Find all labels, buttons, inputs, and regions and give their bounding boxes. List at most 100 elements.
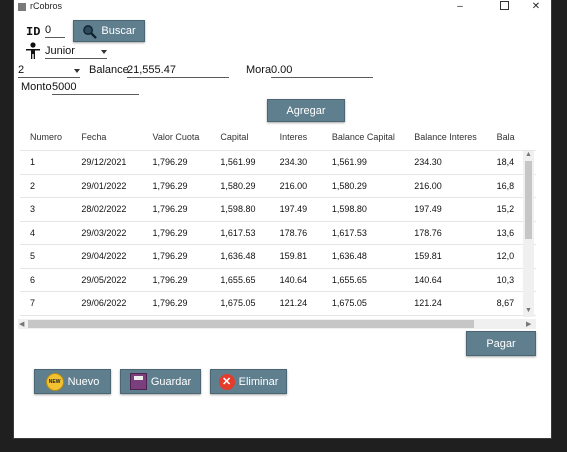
cliente-select[interactable]: Junior xyxy=(45,45,107,59)
nuevo-label: Nuevo xyxy=(67,375,100,388)
nuevo-button[interactable]: NEW Nuevo xyxy=(34,369,111,394)
table-cell: 1,796.29 xyxy=(152,267,221,292)
table-cell: 1,796.29 xyxy=(152,173,221,198)
column-header[interactable]: Balance Capital xyxy=(332,124,414,151)
table-cell: 1,655.65 xyxy=(331,267,415,292)
table-row[interactable]: 7 29/06/2022 1,796.29 1,675.05 121.24 1,675.0… xyxy=(20,291,536,315)
table-cell: 2 xyxy=(20,173,82,198)
table-cell: 178.76 xyxy=(414,220,497,245)
scroll-up-icon[interactable]: ▲ xyxy=(525,151,532,158)
table-cell: 29/06/2022 xyxy=(81,291,153,315)
cuotas-grid[interactable]: Numero Fecha Valor Cuota Capital Interes… xyxy=(20,124,536,324)
app-icon xyxy=(18,3,26,11)
table-cell: 1,598.80 xyxy=(331,197,415,221)
monto-label: Monto xyxy=(21,81,52,93)
table-row[interactable]: 2 29/01/2022 1,796.29 1,580.29 216.00 1,580.2… xyxy=(20,173,536,198)
table-cell: 140.64 xyxy=(279,267,332,292)
horizontal-scrollbar[interactable]: ◀ ▶ xyxy=(18,319,536,329)
table-cell: 7 xyxy=(20,291,82,315)
column-header[interactable]: Balance Interes xyxy=(414,124,496,151)
mora-field: 0.00 xyxy=(271,64,373,78)
close-button[interactable]: ✕ xyxy=(522,0,550,14)
agregar-button[interactable]: Agregar xyxy=(267,99,345,122)
table-cell: 216.00 xyxy=(279,173,332,198)
scroll-left-icon[interactable]: ◀ xyxy=(19,320,24,328)
table-row[interactable]: 6 29/05/2022 1,796.29 1,655.65 140.64 1,655.6… xyxy=(20,267,536,292)
table-cell: 29/05/2022 xyxy=(81,267,153,292)
agregar-label: Agregar xyxy=(286,104,326,117)
column-header[interactable]: Fecha xyxy=(81,124,152,151)
maximize-icon xyxy=(499,0,509,10)
search-icon xyxy=(83,24,98,39)
buscar-label: Buscar xyxy=(101,25,136,37)
table-cell: 4 xyxy=(20,220,82,245)
table-cell: 1,636.48 xyxy=(331,244,415,268)
horizontal-scroll-thumb[interactable] xyxy=(28,320,474,328)
table-row[interactable]: 5 29/04/2022 1,796.29 1,636.48 159.81 1,636.4… xyxy=(20,244,536,268)
save-icon xyxy=(129,373,147,390)
table-cell: 29/03/2022 xyxy=(81,220,153,245)
prestamo-select[interactable]: 2 xyxy=(18,64,80,78)
buscar-button[interactable]: Buscar xyxy=(73,20,145,42)
table-cell: 197.49 xyxy=(279,197,332,221)
table-cell: 1,561.99 xyxy=(331,150,415,174)
chevron-down-icon xyxy=(74,69,80,73)
table-row[interactable]: 4 29/03/2022 1,796.29 1,617.53 178.76 1,617.5… xyxy=(20,220,536,245)
table-cell: 1,675.05 xyxy=(220,291,280,315)
chevron-down-icon xyxy=(101,50,107,54)
table-cell: 159.81 xyxy=(414,244,497,268)
balance-label: Balance xyxy=(89,64,129,76)
table-header: Numero Fecha Valor Cuota Capital Interes… xyxy=(20,124,536,151)
scroll-right-icon[interactable]: ▶ xyxy=(526,320,531,328)
title-bar: rCobros – ✕ xyxy=(14,0,551,14)
monto-input[interactable]: 5000 xyxy=(52,81,139,95)
table-cell: 1,580.29 xyxy=(331,173,415,198)
column-header[interactable]: Numero xyxy=(20,124,81,151)
table-cell: 6 xyxy=(20,267,82,292)
table-cell: 3 xyxy=(20,197,82,221)
maximize-button[interactable] xyxy=(490,0,518,14)
table-cell: 1,655.65 xyxy=(220,267,280,292)
column-header[interactable]: Interes xyxy=(280,124,332,151)
table-cell: 28/02/2022 xyxy=(81,197,153,221)
minimize-button[interactable]: – xyxy=(446,0,474,14)
vertical-scroll-thumb[interactable] xyxy=(525,161,532,239)
table-cell: 1,580.29 xyxy=(220,173,280,198)
table-cell: 1,617.53 xyxy=(331,220,415,245)
table-cell: 1,675.05 xyxy=(331,291,415,315)
table-cell: 1,796.29 xyxy=(152,150,221,174)
rcobros-window: rCobros – ✕ ID 0 Buscar Junior 2 Balance… xyxy=(14,0,551,438)
table-cell: 1,796.29 xyxy=(152,220,221,245)
column-header[interactable]: Bala xyxy=(497,124,536,151)
table-cell: 1,796.29 xyxy=(152,244,221,268)
prestamo-value: 2 xyxy=(18,64,25,76)
eliminar-button[interactable]: ✕ Eliminar xyxy=(210,369,287,394)
table-cell: 234.30 xyxy=(414,150,497,174)
id-input[interactable]: 0 xyxy=(45,24,65,38)
pagar-button[interactable]: Pagar xyxy=(466,331,536,356)
table-cell: 234.30 xyxy=(279,150,332,174)
guardar-button[interactable]: Guardar xyxy=(120,369,201,394)
column-header[interactable]: Valor Cuota xyxy=(153,124,221,151)
table-cell: 197.49 xyxy=(414,197,497,221)
pagar-label: Pagar xyxy=(486,337,516,350)
table-cell: 178.76 xyxy=(279,220,332,245)
scroll-down-icon[interactable]: ▼ xyxy=(525,307,532,314)
table-cell: 1,617.53 xyxy=(220,220,280,245)
table-row[interactable]: 1 29/12/2021 1,796.29 1,561.99 234.30 1,561.9… xyxy=(20,150,536,174)
table-cell: 216.00 xyxy=(414,173,497,198)
guardar-label: Guardar xyxy=(150,375,192,388)
table-cell: 159.81 xyxy=(279,244,332,268)
delete-icon: ✕ xyxy=(218,373,235,390)
table-cell: 1,598.80 xyxy=(220,197,280,221)
person-icon xyxy=(26,42,40,59)
vertical-scrollbar[interactable]: ▲ ▼ xyxy=(523,151,534,317)
column-header[interactable]: Capital xyxy=(220,124,279,151)
cliente-value: Junior xyxy=(45,45,75,57)
cuotas-table: Numero Fecha Valor Cuota Capital Interes… xyxy=(20,124,536,324)
table-row[interactable]: 3 28/02/2022 1,796.29 1,598.80 197.49 1,598.8… xyxy=(20,197,536,221)
table-cell: 140.64 xyxy=(414,267,497,292)
table-cell: 1 xyxy=(20,150,82,174)
balance-field: 21,555.47 xyxy=(127,64,229,78)
table-cell: 1,796.29 xyxy=(152,197,221,221)
